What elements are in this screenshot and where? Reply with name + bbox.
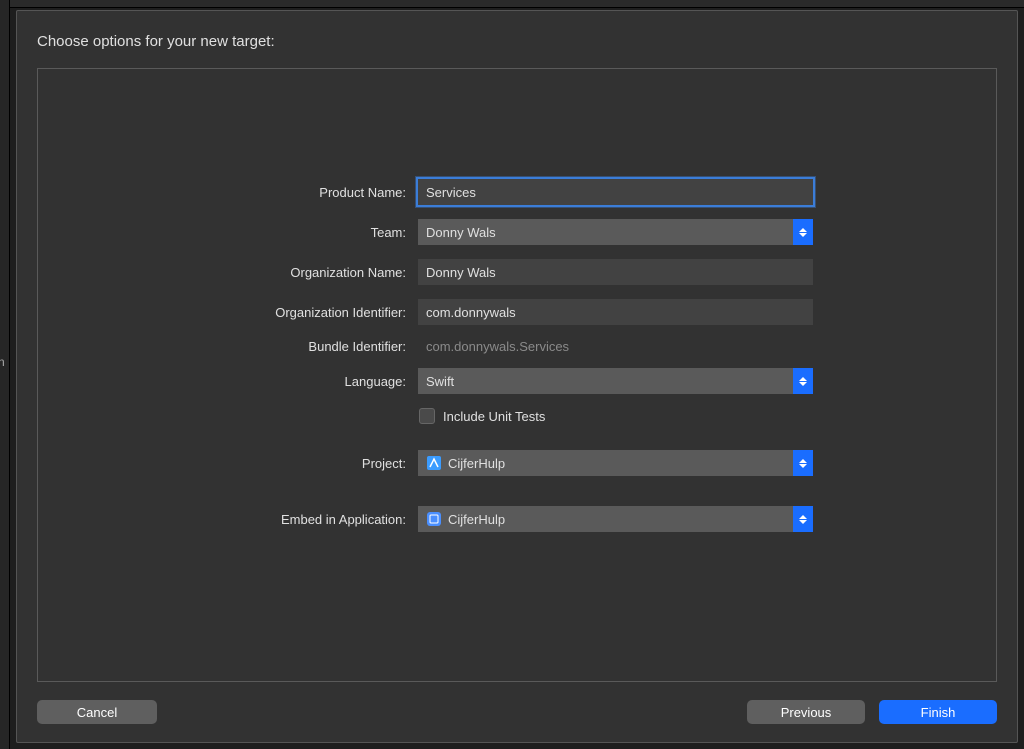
team-label: Team:: [68, 225, 418, 240]
include-unit-tests-label: Include Unit Tests: [443, 409, 545, 424]
updown-arrows-icon: [793, 450, 813, 476]
window-topbar: [0, 0, 1024, 8]
language-value: Swift: [426, 374, 454, 389]
org-name-row: Organization Name:: [68, 259, 966, 285]
options-box: Product Name: Team: Donny Wals Organizat…: [37, 68, 997, 682]
finish-button[interactable]: Finish: [879, 700, 997, 724]
team-value: Donny Wals: [426, 225, 496, 240]
team-row: Team: Donny Wals: [68, 219, 966, 245]
org-identifier-input[interactable]: [418, 299, 813, 325]
unit-tests-row: Include Unit Tests: [68, 408, 966, 424]
embed-row: Embed in Application: CijferHulp: [68, 506, 966, 532]
left-edge-letter: n: [0, 355, 5, 369]
language-popup[interactable]: Swift: [418, 368, 813, 394]
project-value: CijferHulp: [448, 456, 505, 471]
org-identifier-label: Organization Identifier:: [68, 305, 418, 320]
org-name-label: Organization Name:: [68, 265, 418, 280]
product-name-label: Product Name:: [68, 185, 418, 200]
updown-arrows-icon: [793, 219, 813, 245]
project-popup[interactable]: CijferHulp: [418, 450, 813, 476]
org-identifier-row: Organization Identifier:: [68, 299, 966, 325]
xcode-project-icon: [426, 455, 442, 471]
app-icon: [426, 511, 442, 527]
bundle-identifier-label: Bundle Identifier:: [68, 339, 418, 354]
embed-value: CijferHulp: [448, 512, 505, 527]
cancel-button[interactable]: Cancel: [37, 700, 157, 724]
button-row: Cancel Previous Finish: [37, 700, 997, 724]
updown-arrows-icon: [793, 368, 813, 394]
sheet-title: Choose options for your new target:: [37, 33, 997, 50]
previous-button[interactable]: Previous: [747, 700, 865, 724]
language-row: Language: Swift: [68, 368, 966, 394]
bundle-identifier-value: com.donnywals.Services: [418, 339, 569, 354]
team-popup[interactable]: Donny Wals: [418, 219, 813, 245]
embed-label: Embed in Application:: [68, 512, 418, 527]
language-label: Language:: [68, 374, 418, 389]
org-name-input[interactable]: [418, 259, 813, 285]
project-label: Project:: [68, 456, 418, 471]
product-name-input[interactable]: [418, 179, 813, 205]
project-row: Project: CijferHulp: [68, 450, 966, 476]
include-unit-tests-checkbox[interactable]: [419, 408, 435, 424]
embed-popup[interactable]: CijferHulp: [418, 506, 813, 532]
new-target-sheet: Choose options for your new target: Prod…: [16, 10, 1018, 743]
updown-arrows-icon: [793, 506, 813, 532]
bundle-identifier-row: Bundle Identifier: com.donnywals.Service…: [68, 339, 966, 354]
product-name-row: Product Name:: [68, 179, 966, 205]
left-edge-panel: n: [0, 0, 10, 749]
